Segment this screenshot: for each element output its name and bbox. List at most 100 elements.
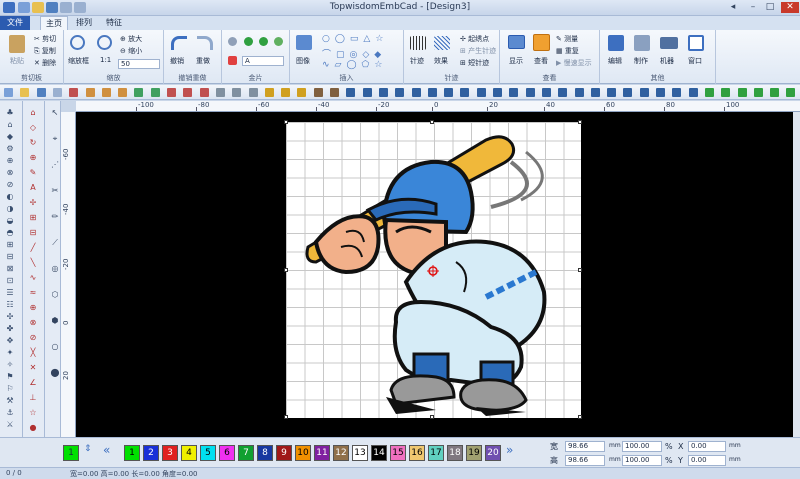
tool-button-icon[interactable]: ⊟ — [26, 227, 40, 239]
tool-button-icon[interactable]: ◒ — [3, 215, 17, 227]
toolbar-tool-icon[interactable] — [509, 88, 519, 97]
make-button[interactable]: 制作 — [634, 56, 648, 66]
tool-button-icon[interactable]: ● — [26, 422, 40, 434]
tool-button-icon[interactable]: ╲ — [26, 257, 40, 269]
color-swatch[interactable]: 1 — [124, 445, 140, 461]
zoom-out-button[interactable]: ⊖ 缩小 — [120, 46, 142, 56]
toolbar-tool-icon[interactable] — [623, 88, 633, 97]
effect-button[interactable]: 效果 — [434, 56, 448, 66]
color-swatch[interactable]: 14 — [371, 445, 387, 461]
toolbar-tool-icon[interactable] — [167, 88, 176, 97]
tab-home[interactable]: 主页 — [40, 16, 68, 30]
cut-button[interactable]: ✂ 剪切 — [34, 34, 56, 44]
tool-button-icon[interactable]: ✂ — [48, 185, 62, 197]
paste-icon[interactable] — [9, 35, 25, 53]
toolbar-tool-icon[interactable] — [134, 88, 144, 97]
sequin-green-icon[interactable] — [244, 37, 253, 46]
handle-br[interactable] — [578, 415, 582, 419]
tool-button-icon[interactable]: ✦ — [3, 347, 17, 359]
tool-button-icon[interactable]: ⌖ — [48, 133, 62, 145]
display-icon[interactable] — [508, 35, 525, 49]
delete-button[interactable]: ✕ 删除 — [34, 58, 56, 68]
zoom-in-button[interactable]: ⊕ 放大 — [120, 34, 142, 44]
toolbar-tool-icon[interactable] — [574, 88, 584, 97]
effect-icon[interactable] — [434, 36, 450, 50]
zoom-box-button[interactable]: 缩放框 — [68, 56, 89, 66]
tool-button-icon[interactable]: ⬢ — [48, 315, 62, 327]
color-swatch[interactable]: 6 — [219, 445, 235, 461]
toolbar-tool-icon[interactable] — [199, 88, 209, 97]
tool-button-icon[interactable]: ⊥ — [26, 392, 40, 404]
toolbar-tool-icon[interactable] — [753, 88, 763, 97]
color-swatch[interactable]: 7 — [238, 445, 254, 461]
make-icon[interactable] — [634, 35, 650, 51]
short-stitch-button[interactable]: ⊞ 短针迹 — [460, 58, 489, 68]
tool-button-icon[interactable]: ◆ — [3, 131, 17, 143]
color-swatch[interactable]: 4 — [181, 445, 197, 461]
color-swatch[interactable]: 9 — [276, 445, 292, 461]
tool-button-icon[interactable]: ↖ — [48, 107, 62, 119]
shape-tools-row3[interactable]: ∿▱◯⬠☆ — [322, 60, 387, 70]
height-input[interactable]: 98.66 — [565, 455, 605, 466]
image-button[interactable]: 图像 — [296, 56, 310, 66]
tool-button-icon[interactable]: ∠ — [26, 377, 40, 389]
toolbar-tool-icon[interactable] — [281, 88, 291, 97]
toolbar-tool-icon[interactable] — [607, 88, 617, 97]
color-swatch[interactable]: 18 — [447, 445, 463, 461]
toolbar-tool-icon[interactable] — [704, 88, 714, 97]
toolbar-tool-icon[interactable] — [264, 88, 274, 97]
tool-button-icon[interactable]: ✣ — [3, 311, 17, 323]
toolbar-tool-icon[interactable] — [493, 88, 502, 97]
tool-button-icon[interactable]: ✢ — [26, 197, 40, 209]
toolbar-tool-icon[interactable] — [378, 88, 388, 97]
tool-button-icon[interactable]: ⚙ — [3, 143, 17, 155]
handle-bl[interactable] — [284, 415, 288, 419]
color-swatch[interactable]: 13 — [352, 445, 368, 461]
toolbar-tool-icon[interactable] — [330, 88, 339, 97]
tool-button-icon[interactable]: ↻ — [26, 137, 40, 149]
stitch-button[interactable]: 针迹 — [410, 56, 424, 66]
sequin-select[interactable]: A — [242, 56, 284, 66]
vertical-scrollbar[interactable] — [793, 112, 800, 437]
handle-mr[interactable] — [578, 268, 582, 272]
tool-button-icon[interactable]: ⬤ — [48, 367, 62, 379]
tool-button-icon[interactable]: ⊕ — [3, 155, 17, 167]
baseball-player-design[interactable] — [286, 122, 581, 418]
tool-button-icon[interactable]: ╱ — [26, 242, 40, 254]
tool-button-icon[interactable]: ⚐ — [3, 383, 17, 395]
toolbar-tool-icon[interactable] — [541, 88, 551, 97]
height-percent-input[interactable]: 100.00 — [622, 455, 662, 466]
tool-button-icon[interactable]: ⊞ — [3, 239, 17, 251]
image-icon[interactable] — [296, 35, 312, 50]
toolbar-tool-icon[interactable] — [118, 88, 128, 97]
toolbar-tool-icon[interactable] — [411, 88, 421, 97]
shape-tools-row1[interactable]: ○◯▭△☆ — [322, 34, 388, 44]
tool-button-icon[interactable]: ⚒ — [3, 395, 17, 407]
x-input[interactable]: 0.00 — [688, 441, 726, 452]
tool-button-icon[interactable]: ✕ — [26, 362, 40, 374]
palette-next-icon[interactable]: » — [506, 443, 513, 457]
toolbar-tool-icon[interactable] — [688, 88, 698, 97]
toolbar-tool-icon[interactable] — [590, 88, 600, 97]
tab-arrange[interactable]: 排列 — [72, 16, 96, 30]
color-swatch[interactable]: 15 — [390, 445, 406, 461]
color-swatch[interactable]: 16 — [409, 445, 425, 461]
current-color-swatch[interactable]: 1 — [63, 445, 79, 461]
close-button[interactable]: ✕ — [781, 2, 799, 13]
color-swatch[interactable]: 17 — [428, 445, 444, 461]
design-paper[interactable] — [286, 122, 581, 418]
tool-button-icon[interactable]: ✤ — [3, 323, 17, 335]
toolbar-tool-icon[interactable] — [427, 88, 437, 97]
minimize-button[interactable]: – — [746, 2, 760, 13]
redo-icon[interactable] — [197, 36, 213, 50]
edit-button[interactable]: 编辑 — [608, 56, 622, 66]
generate-stitch-button[interactable]: ⊞ 产生针迹 — [460, 46, 496, 56]
sequin-green2-icon[interactable] — [259, 37, 268, 46]
color-swatch[interactable]: 3 — [162, 445, 178, 461]
paste-button[interactable]: 粘贴 — [10, 56, 24, 66]
color-swatch[interactable]: 5 — [200, 445, 216, 461]
zoom-value-select[interactable]: 50 — [118, 59, 160, 69]
maximize-button[interactable]: □ — [763, 2, 777, 13]
toolbar-tool-icon[interactable] — [150, 88, 160, 97]
tool-button-icon[interactable]: ⊗ — [3, 167, 17, 179]
